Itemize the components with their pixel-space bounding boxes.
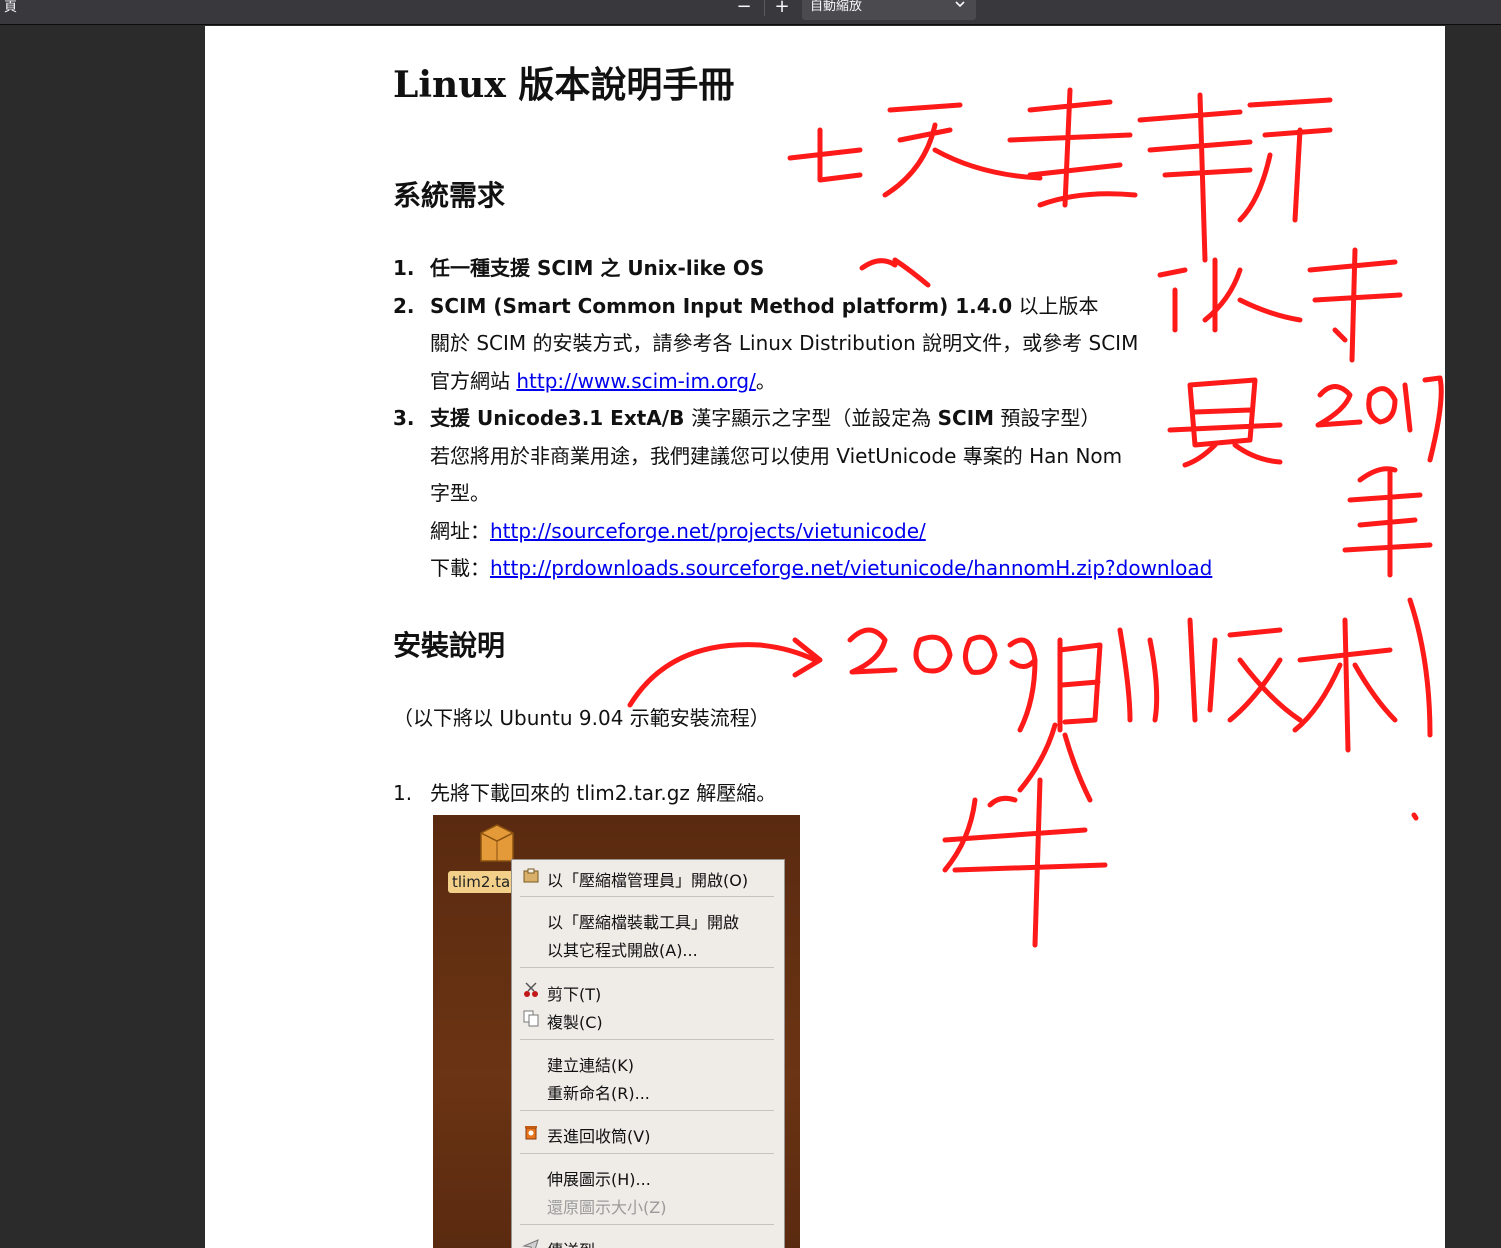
menu-item-copy[interactable]: 複製(C)	[512, 1006, 784, 1032]
menu-item-open-archive-manager[interactable]: 以「壓縮檔管理員」開啟(O)	[512, 864, 784, 890]
menu-separator	[520, 1224, 774, 1225]
document-content: Linux 版本說明手冊 系統需求 1. 任一種支援 SCIM 之 Unix-l…	[205, 26, 1445, 1248]
section-heading-requirements: 系統需求	[393, 179, 506, 212]
send-icon	[522, 1237, 540, 1248]
menu-item-stretch-icon[interactable]: 伸展圖示(H)...	[512, 1163, 784, 1189]
list-number: 3.	[393, 406, 415, 430]
req3-bold-2: SCIM	[937, 406, 995, 430]
menu-item-rename[interactable]: 重新命名(R)...	[512, 1077, 784, 1103]
menu-item-label: 伸展圖示(H)...	[547, 1170, 651, 1189]
list-text: 任一種支援 SCIM 之 Unix-like OS	[430, 256, 765, 280]
menu-item-cut[interactable]: 剪下(T)	[512, 978, 784, 1004]
menu-separator	[520, 896, 774, 897]
download-label: 下載：	[430, 556, 490, 580]
list-text-suffix: 以上版本	[1012, 294, 1099, 318]
list-text: 先將下載回來的 tlim2.tar.gz 解壓縮。	[430, 781, 777, 805]
list-text: SCIM (Smart Common Input Method platform…	[430, 294, 1013, 318]
zoom-in-button[interactable]: +	[767, 0, 797, 16]
menu-item-open-with[interactable]: 以其它程式開啟(A)...	[512, 934, 784, 960]
req2-website-prefix: 官方網站	[430, 369, 517, 393]
req3-description: 若您將用於非商業用途，我們建議您可以使用 VietUnicode 專案的 Han…	[430, 444, 1123, 468]
list-number: 1.	[393, 781, 413, 805]
menu-separator	[520, 1110, 774, 1111]
hannom-download-link[interactable]: http://prdownloads.sourceforge.net/vietu…	[490, 556, 1212, 580]
menu-item-label: 以「壓縮檔裝載工具」開啟	[547, 913, 740, 932]
menu-separator	[520, 967, 774, 968]
menu-separator	[520, 1153, 774, 1154]
menu-item-make-link[interactable]: 建立連結(K)	[512, 1049, 784, 1075]
scissors-icon	[522, 981, 540, 999]
toolbar-divider	[764, 0, 765, 16]
menu-item-label: 重新命名(R)...	[547, 1084, 650, 1103]
menu-item-label: 丟進回收筒(V)	[547, 1127, 651, 1146]
toolbar-page-label: 頁	[4, 0, 18, 15]
zoom-select[interactable]: 自動縮放	[802, 0, 976, 20]
menu-item-label: 以其它程式開啟(A)...	[547, 941, 698, 960]
menu-item-send-to[interactable]: 傳送到...	[512, 1234, 784, 1248]
req2-description: 關於 SCIM 的安裝方式，請參考各 Linux Distribution 說明…	[430, 331, 1139, 355]
install-note: （以下將以 Ubuntu 9.04 示範安裝流程）	[393, 706, 770, 730]
page-title: Linux 版本說明手冊	[393, 64, 735, 106]
viewer-toolbar: 頁 − + 自動縮放	[0, 0, 1501, 25]
zoom-out-button[interactable]: −	[729, 0, 759, 16]
menu-item-label: 剪下(T)	[547, 985, 602, 1004]
req3-download-line: 下載：http://prdownloads.sourceforge.net/vi…	[430, 556, 1212, 580]
chevron-down-icon	[954, 0, 966, 13]
site-label: 網址：	[430, 519, 490, 543]
req3-normal-2: 預設字型）	[994, 406, 1101, 430]
document-page: Linux 版本說明手冊 系統需求 1. 任一種支援 SCIM 之 Unix-l…	[205, 26, 1445, 1248]
menu-item-move-to-trash[interactable]: 丟進回收筒(V)	[512, 1120, 784, 1146]
req3-description-cont: 字型。	[430, 481, 490, 505]
req2-website-suffix: 。	[755, 369, 776, 393]
scim-website-link[interactable]: http://www.scim-im.org/	[516, 369, 755, 393]
menu-item-label: 還原圖示大小(Z)	[547, 1198, 667, 1217]
zoom-select-value: 自動縮放	[810, 0, 863, 14]
file-name-label: tlim2.ta	[448, 871, 515, 893]
req3-normal-1: 漢字顯示之字型（並設定為	[691, 406, 938, 430]
vietunicode-site-link[interactable]: http://sourceforge.net/projects/vietunic…	[490, 519, 926, 543]
req3-site-line: 網址：http://sourceforge.net/projects/vietu…	[430, 519, 926, 543]
req2-website-line: 官方網站 http://www.scim-im.org/。	[430, 369, 776, 393]
copy-icon	[522, 1009, 540, 1027]
list-number: 1.	[393, 256, 415, 280]
trash-icon	[522, 1123, 540, 1141]
menu-item-label: 以「壓縮檔管理員」開啟(O)	[547, 871, 749, 890]
menu-separator	[520, 1039, 774, 1040]
menu-item-label: 建立連結(K)	[547, 1056, 634, 1075]
list-number: 2.	[393, 294, 415, 318]
req3-bold-1: 支援 Unicode3.1 ExtA/B	[430, 406, 692, 430]
section-heading-install: 安裝說明	[393, 629, 506, 662]
menu-item-label: 複製(C)	[547, 1013, 603, 1032]
menu-item-restore-icon-size: 還原圖示大小(Z)	[512, 1191, 784, 1217]
ubuntu-context-menu-screenshot: tlim2.ta 以「壓縮檔管理員」開啟(O) 以「壓縮檔裝載工具」開啟 以其它…	[433, 815, 800, 1248]
context-menu: 以「壓縮檔管理員」開啟(O) 以「壓縮檔裝載工具」開啟 以其它程式開啟(A)..…	[511, 859, 785, 1248]
menu-item-label: 傳送到...	[547, 1237, 610, 1248]
menu-item-open-mount-tool[interactable]: 以「壓縮檔裝載工具」開啟	[512, 906, 784, 932]
archive-icon	[522, 867, 540, 885]
